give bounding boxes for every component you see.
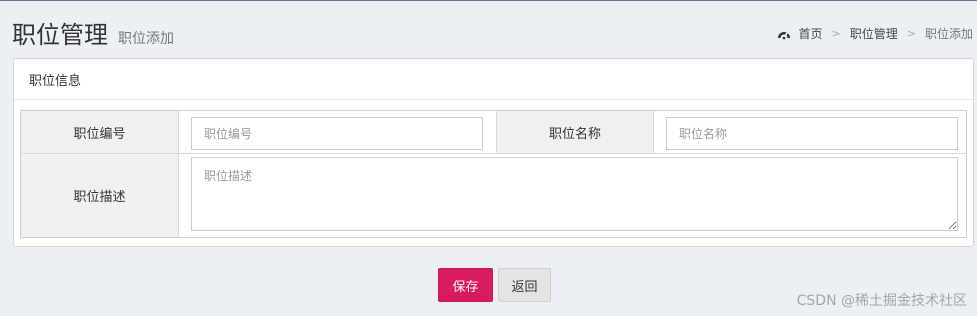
dashboard-icon: [777, 31, 790, 39]
breadcrumb-current: 职位添加: [924, 27, 973, 41]
breadcrumb: 首页 > 职位管理 > 职位添加: [777, 25, 973, 42]
back-button[interactable]: 返回: [498, 268, 551, 302]
position-name-cell: [654, 111, 966, 153]
position-code-cell: [179, 111, 496, 153]
position-description-label: 职位描述: [21, 154, 178, 237]
form-row: 职位描述: [21, 154, 966, 237]
breadcrumb-home-link[interactable]: 首页: [799, 25, 823, 42]
position-description-cell: [179, 154, 966, 237]
position-description-textarea[interactable]: [191, 157, 958, 231]
panel-title: 职位信息: [29, 73, 82, 89]
save-button[interactable]: 保存: [438, 268, 493, 302]
position-code-label: 职位编号: [21, 111, 178, 153]
page-title: 职位管理: [12, 21, 108, 49]
panel-header: 职位信息: [14, 59, 973, 100]
page-header: 职位管理 职位添加: [12, 15, 174, 49]
breadcrumb-separator: >: [906, 27, 916, 40]
position-code-input[interactable]: [191, 117, 483, 150]
watermark: CSDN @稀土掘金技术社区: [796, 293, 967, 309]
position-name-input[interactable]: [666, 117, 958, 150]
breadcrumb-position-management-link[interactable]: 职位管理: [850, 25, 898, 42]
position-info-panel: 职位信息 职位编号 职位名称 职位描述: [13, 58, 974, 247]
breadcrumb-separator: >: [831, 27, 841, 40]
position-form: 职位编号 职位名称 职位描述: [20, 110, 967, 238]
form-row: 职位编号 职位名称: [21, 111, 966, 154]
position-name-label: 职位名称: [497, 111, 653, 153]
page-subtitle: 职位添加: [118, 31, 174, 47]
